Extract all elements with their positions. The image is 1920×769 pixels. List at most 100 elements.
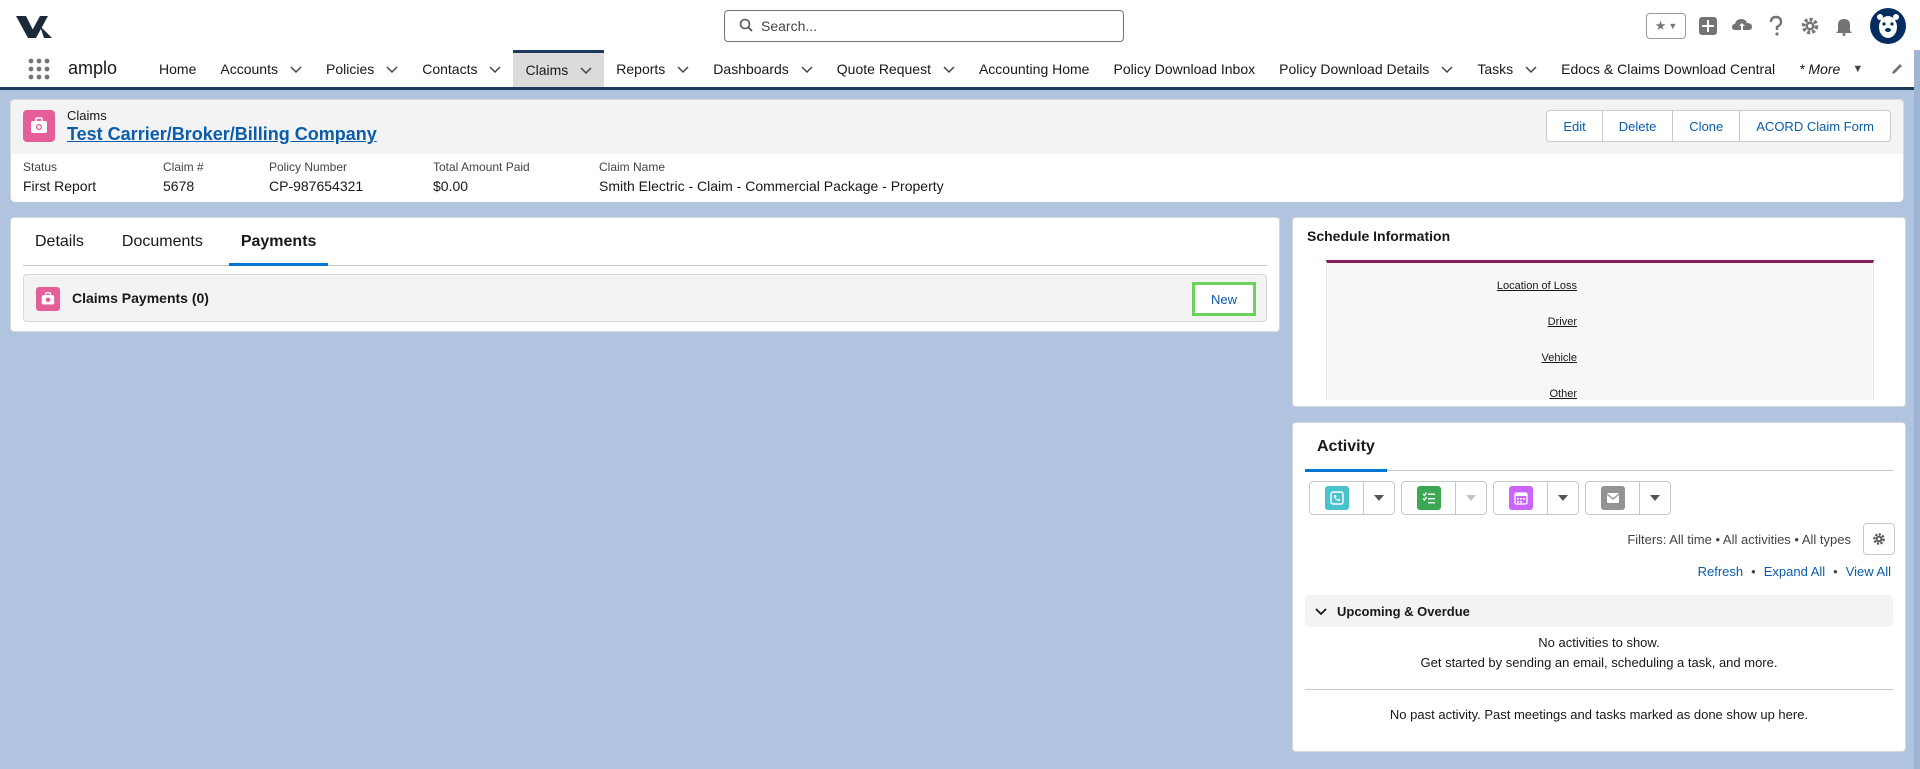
chevron-down-icon[interactable]: [1441, 63, 1453, 75]
header-icons: ★ ▼: [1646, 8, 1906, 44]
new-payment-button[interactable]: New: [1192, 282, 1256, 316]
vehicle-link[interactable]: Vehicle: [1542, 352, 1577, 364]
nav-item-label: Policy Download Details: [1279, 60, 1430, 77]
nav-item-dashboards[interactable]: Dashboards: [701, 50, 825, 87]
view-all-link[interactable]: View All: [1846, 564, 1891, 579]
driver-link[interactable]: Driver: [1548, 316, 1577, 328]
nav-item-reports[interactable]: Reports: [604, 50, 701, 87]
search-placeholder: Search...: [761, 18, 818, 34]
chevron-down-icon[interactable]: [489, 63, 502, 75]
upcoming-overdue-section-header[interactable]: Upcoming & Overdue: [1305, 595, 1893, 627]
nav-item-contacts[interactable]: Contacts: [410, 50, 513, 87]
nav-item-policy-download-inbox[interactable]: Policy Download Inbox: [1101, 50, 1267, 87]
nav-item-policy-download-details[interactable]: Policy Download Details: [1267, 50, 1465, 87]
nav-item-label: Policy Download Inbox: [1113, 60, 1256, 77]
activity-publisher-buttons: [1309, 481, 1671, 515]
log-call-button[interactable]: [1310, 482, 1364, 514]
field-total-amount-paid: Total Amount Paid $0.00: [433, 160, 530, 194]
nav-item-quote-request[interactable]: Quote Request: [825, 50, 967, 87]
help-icon[interactable]: [1764, 14, 1788, 38]
nav-item-label: Policies: [325, 60, 375, 77]
clone-button[interactable]: Clone: [1672, 110, 1741, 142]
tab-details[interactable]: Details: [23, 218, 96, 265]
delete-button[interactable]: Delete: [1601, 110, 1674, 142]
field-value: 5678: [163, 178, 195, 194]
caret-down-icon: [1650, 495, 1660, 501]
chevron-down-icon[interactable]: [677, 63, 689, 75]
new-task-button[interactable]: [1402, 482, 1456, 514]
nav-item-accounts[interactable]: Accounts: [208, 50, 314, 87]
email-dropdown[interactable]: [1640, 482, 1670, 514]
tab-payments[interactable]: Payments: [228, 218, 329, 266]
nav-item-label: Contacts: [422, 60, 478, 77]
new-event-button[interactable]: [1494, 482, 1548, 514]
nav-item-label: Edocs & Claims Download Central: [1561, 60, 1776, 77]
acord-claim-form-button[interactable]: ACORD Claim Form: [1739, 110, 1891, 142]
window-right-edge: [1914, 50, 1920, 769]
global-actions-plus-icon[interactable]: [1696, 14, 1720, 38]
caret-down-icon: [1558, 495, 1568, 501]
notifications-bell-icon[interactable]: [1832, 14, 1856, 38]
chevron-down-icon[interactable]: [386, 63, 398, 75]
location-of-loss-link[interactable]: Location of Loss: [1497, 280, 1577, 292]
object-type-label: Claims: [67, 108, 107, 123]
email-button[interactable]: [1586, 482, 1640, 514]
chevron-down-icon[interactable]: [290, 63, 302, 75]
chevron-down-icon[interactable]: [801, 63, 813, 75]
nav-item-claims[interactable]: Claims: [513, 50, 605, 87]
refresh-link[interactable]: Refresh: [1698, 564, 1744, 579]
field-label: Policy Number: [269, 160, 348, 174]
star-icon: ★: [1654, 18, 1667, 33]
edit-nav-pencil-icon[interactable]: [1890, 62, 1904, 79]
field-claim-number: Claim # 5678: [163, 160, 204, 194]
claims-object-icon: [23, 110, 55, 142]
record-tabs: Details Documents Payments: [23, 218, 1267, 266]
field-value: CP-987654321: [269, 178, 364, 194]
field-value: Smith Electric - Claim - Commercial Pack…: [599, 178, 944, 194]
nav-item-label: Tasks: [1477, 60, 1514, 77]
get-started-text: Get started by sending an email, schedul…: [1420, 655, 1778, 670]
caret-down-icon: ▼: [1668, 21, 1678, 31]
separator-dot: •: [1751, 564, 1756, 579]
nav-item-edocs-claims-download[interactable]: Edocs & Claims Download Central: [1549, 50, 1787, 87]
new-event-dropdown[interactable]: [1548, 482, 1578, 514]
favorites-button[interactable]: ★ ▼: [1646, 13, 1686, 39]
trailhead-cloud-icon[interactable]: [1730, 14, 1754, 38]
record-action-buttons: Edit Delete Clone ACORD Claim Form: [1546, 110, 1891, 142]
nav-item-policies[interactable]: Policies: [314, 50, 410, 87]
chevron-down-icon[interactable]: [1525, 63, 1537, 75]
global-search-input[interactable]: Search...: [724, 10, 1124, 42]
log-call-dropdown[interactable]: [1364, 482, 1394, 514]
chevron-down-icon: [1315, 608, 1327, 616]
expand-all-link[interactable]: Expand All: [1764, 564, 1825, 579]
tab-documents[interactable]: Documents: [110, 218, 215, 265]
record-title[interactable]: Test Carrier/Broker/Billing Company: [67, 124, 377, 145]
other-link[interactable]: Other: [1549, 388, 1577, 400]
activity-settings-button[interactable]: [1863, 523, 1895, 555]
nav-item-label: Accounts: [220, 60, 278, 77]
no-activities-text: No activities to show.: [1538, 635, 1660, 650]
email-envelope-icon: [1600, 486, 1625, 510]
record-tabs-card: Details Documents Payments Claims Paymen…: [10, 217, 1280, 332]
activity-card: Activity Filters: All time • All activit…: [1292, 422, 1906, 752]
chevron-down-icon[interactable]: [943, 63, 955, 75]
app-launcher-waffle-icon[interactable]: [16, 50, 62, 87]
nav-item-more[interactable]: * More ▼: [1787, 50, 1875, 87]
field-value: $0.00: [433, 178, 469, 194]
tab-activity[interactable]: Activity: [1305, 423, 1387, 472]
claims-payments-related-list: Claims Payments (0) New: [23, 274, 1267, 322]
company-logo-icon[interactable]: [14, 12, 54, 40]
edit-button[interactable]: Edit: [1546, 110, 1603, 142]
related-list-title[interactable]: Claims Payments (0): [72, 290, 209, 306]
nav-item-accounting-home[interactable]: Accounting Home: [967, 50, 1102, 87]
field-value: First Report: [23, 178, 97, 194]
chevron-down-icon[interactable]: [580, 64, 592, 76]
nav-item-tasks[interactable]: Tasks: [1465, 50, 1549, 87]
nav-item-label: Accounting Home: [978, 60, 1090, 77]
user-avatar[interactable]: [1870, 8, 1906, 44]
settings-gear-icon[interactable]: [1798, 14, 1822, 38]
search-icon: [739, 18, 753, 35]
task-checklist-icon: [1416, 486, 1441, 510]
field-label: Claim Name: [599, 160, 666, 174]
nav-item-home[interactable]: Home: [147, 50, 208, 87]
